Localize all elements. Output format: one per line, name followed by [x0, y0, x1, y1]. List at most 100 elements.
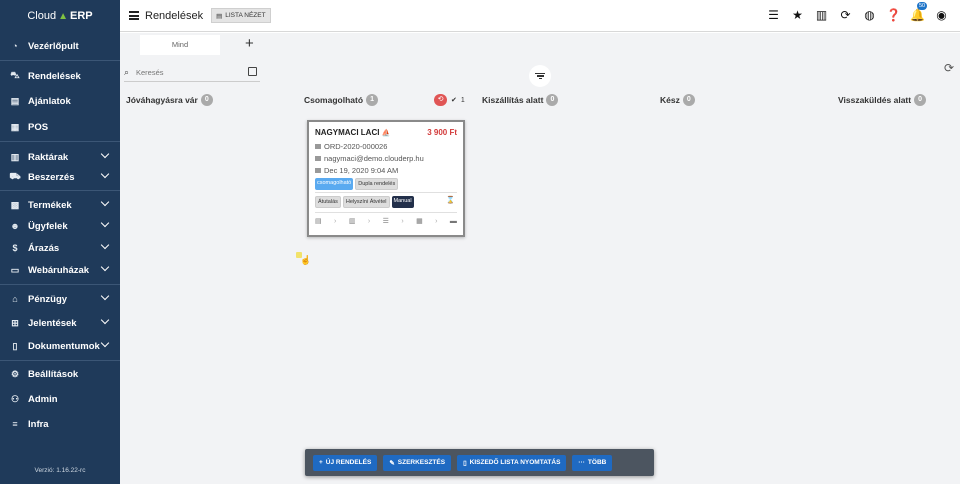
sidebar-item-reports[interactable]: ⊞ Jelentések — [0, 313, 120, 333]
sidebar-item-settings[interactable]: ⚙ Beállítások — [0, 364, 120, 384]
hamburger-menu-icon[interactable] — [129, 11, 139, 20]
selected-count: 1 — [460, 96, 465, 104]
column-header-done: Kész 0 — [660, 94, 695, 106]
order-price: 3 900 Ft — [427, 128, 457, 137]
shipping-step-icon: ▦ — [416, 218, 423, 225]
brand-logo[interactable]: Cloud ▲ ERP — [0, 0, 120, 32]
calendar-icon — [315, 168, 321, 173]
sidebar-item-purchasing[interactable]: ⛟ Beszerzés — [0, 167, 120, 187]
invoice-step-icon: ▤ — [315, 218, 322, 225]
column-count: 0 — [682, 94, 695, 106]
column-count: 0 — [546, 94, 559, 106]
refresh-icon[interactable]: ⟳ — [944, 61, 954, 75]
sidebar-item-products[interactable]: ▩ Termékek — [0, 195, 120, 215]
page-title: Rendelések — [145, 9, 204, 22]
gear-icon: ⚙ — [10, 368, 20, 379]
admin-icon: ⚇ — [10, 393, 20, 404]
chevron-down-icon — [100, 315, 110, 325]
tab-all[interactable]: Mind — [140, 35, 220, 55]
sidebar-item-label: Rendelések — [28, 70, 81, 82]
chevron-down-icon — [100, 149, 110, 159]
sidebar-item-label: POS — [28, 121, 49, 133]
source-tag: Manual — [391, 196, 414, 208]
list-icon: ▤ — [216, 12, 223, 20]
chevron-down-icon — [100, 240, 110, 250]
products-icon: ▩ — [10, 199, 20, 210]
print-picklist-button[interactable]: ▯ KISZEDŐ LISTA NYOMTATÁS — [457, 454, 567, 471]
sidebar-item-customers[interactable]: ☻ Ügyfelek — [0, 216, 120, 236]
delivery-tag: Helyszíni Átvétel — [342, 196, 390, 208]
duplicate-tag: Dupla rendelés — [355, 178, 399, 190]
add-tab-button[interactable]: + — [245, 35, 254, 52]
shipping-icon: ⛵ — [381, 130, 391, 137]
user-icon[interactable]: ◉ — [935, 8, 948, 22]
more-icon: ··· — [578, 459, 585, 466]
users-icon: ☻ — [10, 221, 20, 231]
building-icon[interactable]: ▥ — [815, 8, 828, 22]
filter-icon — [535, 72, 545, 81]
dollar-icon: $ — [12, 243, 18, 253]
sidebar-item-quotes[interactable]: ▤ Ajánlatok — [0, 91, 120, 111]
sidebar-item-dashboard[interactable]: ◔ Vezérlőpult — [0, 36, 120, 56]
warehouse-icon: ▥ — [10, 151, 20, 162]
sidebar-item-webshops[interactable]: ▭ Webáruházak — [0, 260, 120, 280]
bottom-action-bar: + ÚJ RENDELÉS ✎ SZERKESZTÉS ▯ KISZEDŐ LISTA… — [305, 449, 654, 476]
column-header-pending: Jóváhagyásra vár 0 — [126, 94, 213, 106]
select-all-checkbox[interactable] — [248, 67, 257, 76]
order-date: Dec 19, 2020 9:04 AM — [315, 166, 398, 175]
sidebar-item-orders[interactable]: ⛍ Rendelések — [0, 66, 120, 86]
column-header-packable: Csomagolható 1 — [304, 94, 379, 106]
list-view-label: LISTA NÉZET — [225, 12, 266, 19]
chevron-down-icon — [100, 169, 110, 179]
sidebar-item-label: Vezérlőpult — [28, 40, 79, 52]
warehouse-step-icon: ▥ — [348, 218, 356, 225]
sidebar-item-label: Termékek — [28, 199, 72, 211]
pointer-cursor-icon: ☝ — [300, 255, 312, 265]
version-label: Verzió: 1.16.22-rc — [34, 467, 86, 474]
reset-icon[interactable]: ⟲ — [434, 94, 447, 106]
star-icon[interactable]: ★ — [791, 8, 804, 22]
globe-icon[interactable]: ◍ — [863, 8, 876, 22]
sidebar-item-label: Infra — [28, 418, 49, 430]
sidebar-item-admin[interactable]: ⚇ Admin — [0, 389, 120, 409]
chevron-down-icon — [100, 218, 110, 228]
kanban-board: Mind + ⌕ ⟳ Jóváhagyásra vár0 Csomagolhat… — [120, 33, 960, 484]
checklist-icon[interactable]: ☰ — [767, 8, 780, 22]
edit-button[interactable]: ✎ SZERKESZTÉS — [383, 454, 452, 471]
list-view-button[interactable]: ▤ LISTA NÉZET — [211, 8, 271, 23]
new-order-button[interactable]: + ÚJ RENDELÉS — [313, 454, 378, 471]
payment-tag: Átutalás — [315, 196, 341, 208]
file-icon: ▯ — [12, 340, 18, 351]
check-icon: ✔ — [451, 97, 457, 104]
sidebar-item-documents[interactable]: ▯ Dokumentumok — [0, 336, 120, 356]
store-icon: ▭ — [10, 264, 20, 275]
status-tag: csomagolható — [315, 178, 354, 190]
sync-icon[interactable]: ⟳ — [839, 8, 852, 22]
bell-icon[interactable]: 🔔 50 — [910, 2, 928, 22]
sidebar-item-label: Admin — [28, 393, 58, 405]
sidebar-item-label: Webáruházak — [28, 264, 90, 276]
filter-button[interactable] — [529, 65, 551, 87]
sidebar-item-warehouses[interactable]: ▥ Raktárak — [0, 147, 120, 167]
chevron-down-icon — [100, 197, 110, 207]
done-step-icon: ▬ — [449, 217, 457, 225]
packing-step-icon: ☰ — [382, 218, 389, 225]
document-icon: ▤ — [10, 95, 20, 106]
sidebar: Cloud ▲ ERP ◔ Vezérlőpult ⛍ Rendelések ▤ Aj… — [0, 0, 120, 484]
more-button[interactable]: ··· TÖBB — [572, 454, 613, 471]
chevron-down-icon — [100, 262, 110, 272]
customer-name: NAGYMACI LACI ⛵ — [315, 128, 391, 137]
sidebar-item-pricing[interactable]: $ Árazás — [0, 238, 120, 258]
sidebar-item-infra[interactable]: ≡ Infra — [0, 414, 120, 434]
sidebar-item-label: Jelentések — [28, 317, 77, 329]
list-icon: ≡ — [12, 419, 18, 429]
sidebar-item-pos[interactable]: ▦ POS — [0, 117, 120, 137]
help-icon[interactable]: ❓ — [886, 8, 901, 22]
search-input[interactable] — [136, 68, 236, 77]
chevron-down-icon — [100, 291, 110, 301]
sidebar-item-finance[interactable]: ⌂ Pénzügy — [0, 289, 120, 309]
customer-email: nagymaci@demo.clouderp.hu — [315, 154, 424, 163]
order-card[interactable]: NAGYMACI LACI ⛵ 3 900 Ft ORD-2020-000026 … — [307, 120, 465, 237]
sidebar-item-label: Dokumentumok — [28, 340, 100, 352]
sidebar-item-label: Ügyfelek — [28, 220, 68, 232]
